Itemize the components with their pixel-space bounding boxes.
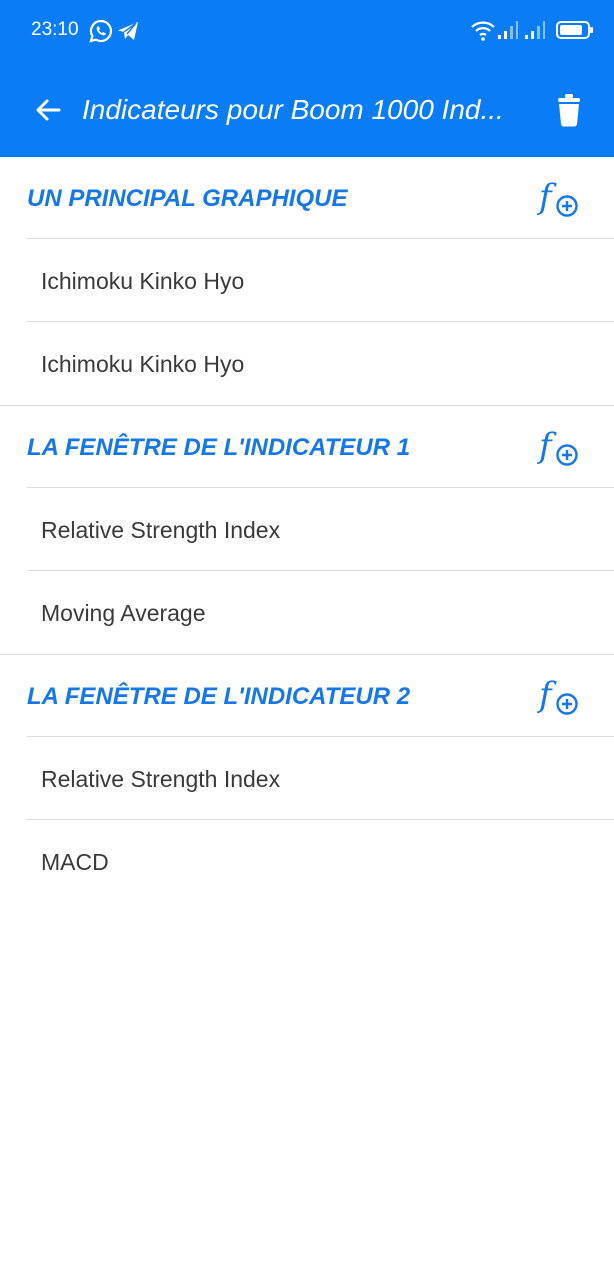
trash-icon — [558, 94, 580, 127]
section-indicator-window-1: LA FENÊTRE DE L'INDICATEUR 1 f Relative … — [0, 406, 614, 655]
page-title: Indicateurs pour Boom 1000 Ind... — [82, 94, 504, 125]
section-main-chart: UN PRINCIPAL GRAPHIQUE f Ichimoku Kinko … — [0, 157, 614, 406]
signal-icon — [525, 21, 545, 39]
section-indicator-window-2: LA FENÊTRE DE L'INDICATEUR 2 f Relative … — [0, 655, 614, 903]
section-header: LA FENÊTRE DE L'INDICATEUR 1 f — [0, 406, 614, 488]
section-header: LA FENÊTRE DE L'INDICATEUR 2 f — [0, 655, 614, 737]
section-header: UN PRINCIPAL GRAPHIQUE f — [0, 157, 614, 239]
delete-button[interactable] — [543, 84, 595, 136]
signal-icon — [498, 21, 518, 39]
svg-text:f: f — [536, 426, 557, 466]
list-item[interactable]: MACD — [27, 820, 614, 903]
svg-text:f: f — [536, 675, 557, 715]
wifi-icon — [471, 21, 495, 41]
indicator-name: Ichimoku Kinko Hyo — [41, 268, 245, 294]
status-bar: 23:10 — [0, 0, 614, 62]
indicator-list: UN PRINCIPAL GRAPHIQUE f Ichimoku Kinko … — [0, 157, 614, 903]
list-item[interactable]: Ichimoku Kinko Hyo — [27, 239, 614, 322]
status-time: 23:10 — [31, 19, 79, 40]
whatsapp-icon — [89, 19, 113, 43]
list-item[interactable]: Relative Strength Index — [27, 488, 614, 571]
indicator-name: Moving Average — [41, 600, 206, 626]
indicator-name: Relative Strength Index — [41, 766, 281, 792]
telegram-icon — [118, 22, 138, 40]
function-add-icon[interactable]: f — [533, 172, 585, 224]
indicator-name: Ichimoku Kinko Hyo — [41, 351, 245, 377]
list-item[interactable]: Ichimoku Kinko Hyo — [27, 322, 614, 405]
indicator-name: Relative Strength Index — [41, 517, 281, 543]
section-title: UN PRINCIPAL GRAPHIQUE — [27, 185, 348, 212]
function-add-icon[interactable]: f — [533, 421, 585, 473]
list-item[interactable]: Relative Strength Index — [27, 737, 614, 820]
indicator-name: MACD — [41, 849, 109, 875]
back-button[interactable] — [22, 84, 74, 136]
list-item[interactable]: Moving Average — [27, 571, 614, 654]
function-add-icon[interactable]: f — [533, 670, 585, 722]
toolbar: Indicateurs pour Boom 1000 Ind... — [0, 70, 614, 150]
app-bar: 23:10 Indicateurs pour Boom 1000 Ind... — [0, 0, 614, 157]
arrow-left-icon — [36, 99, 61, 121]
section-title: LA FENÊTRE DE L'INDICATEUR 1 — [27, 434, 411, 461]
battery-icon — [556, 21, 593, 39]
section-title: LA FENÊTRE DE L'INDICATEUR 2 — [27, 683, 411, 710]
svg-text:f: f — [536, 177, 557, 217]
